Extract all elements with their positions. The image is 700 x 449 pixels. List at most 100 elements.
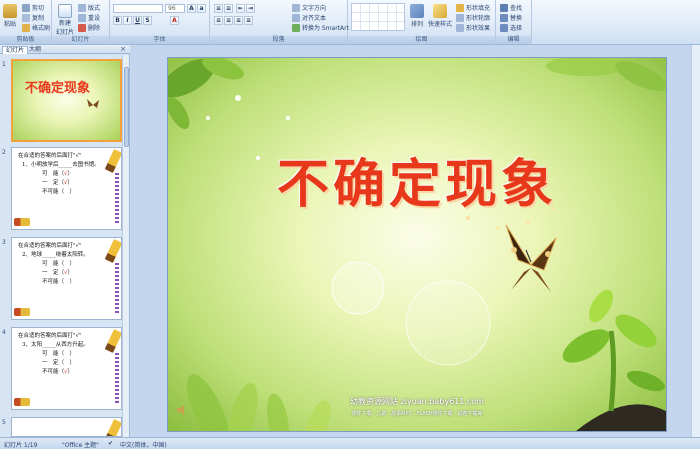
delete-label: 删除: [88, 25, 101, 32]
font-group-label: 字体: [110, 36, 209, 44]
option-mark: √: [64, 270, 68, 276]
quick-styles-button[interactable]: 快速样式: [428, 4, 452, 28]
reset-button[interactable]: 重设: [78, 13, 100, 22]
quiz-option: 可 能（ ）: [42, 261, 76, 267]
quick-styles-label: 快速样式: [428, 21, 453, 28]
shrink-font-button[interactable]: a: [197, 4, 206, 13]
scrollbar-thumb[interactable]: [124, 67, 129, 147]
arrange-button[interactable]: 排列: [410, 4, 424, 28]
italic-button[interactable]: I: [123, 16, 132, 25]
delete-icon: [78, 23, 86, 32]
quiz-instruction: 在合适的答案的后面打"√": [18, 243, 82, 249]
option-label: 不可能: [42, 189, 59, 195]
find-label: 查找: [510, 5, 523, 12]
replace-button[interactable]: 替换: [500, 13, 522, 22]
align-right-button[interactable]: ≡: [234, 16, 243, 25]
status-bar: 幻灯片 1/19 "Office 主题" ✔ 中文(简体，中国): [0, 437, 700, 449]
find-button[interactable]: 查找: [500, 3, 522, 12]
quiz-option: 不可能（ ）: [42, 189, 76, 195]
replace-label: 替换: [510, 15, 523, 22]
slide-thumbnail-2[interactable]: 在合适的答案的后面打"√" 1、小明放学后_____去图书馆。 可 能（√） 一…: [11, 147, 122, 230]
align-text-button[interactable]: 对齐文本: [292, 13, 326, 22]
new-slide-button[interactable]: 新建 幻灯片: [56, 4, 74, 36]
justify-button[interactable]: ≡: [244, 16, 253, 25]
quiz-instruction: 在合适的答案的后面打"√": [18, 333, 82, 339]
quiz-option: 可 能（ ）: [42, 351, 76, 357]
quiz-option: 可 能（√）: [42, 171, 74, 177]
grow-font-button[interactable]: A: [187, 4, 196, 13]
strike-button[interactable]: S: [143, 16, 152, 25]
text-direction-label: 文字方向: [302, 5, 327, 12]
paste-icon: [3, 4, 17, 18]
cut-button[interactable]: 剪切: [22, 3, 44, 12]
reset-icon: [78, 13, 86, 22]
text-direction-button[interactable]: 文字方向: [292, 3, 326, 12]
pen-icon: [456, 13, 464, 22]
layout-label: 版式: [88, 5, 101, 12]
shapes-gallery[interactable]: [351, 3, 405, 31]
underline-button[interactable]: U: [133, 16, 142, 25]
copy-button[interactable]: 复制: [22, 13, 44, 22]
quiz-question: 2、地球_____绕着太阳转。: [22, 252, 89, 258]
slide-thumbnail-3[interactable]: 在合适的答案的后面打"√" 2、地球_____绕着太阳转。 可 能（ ） 一 定…: [11, 237, 122, 320]
smartart-button[interactable]: 转换为 SmartArt: [292, 23, 349, 32]
format-painter-button[interactable]: 格式刷: [22, 23, 50, 32]
current-slide[interactable]: 不确定现象 幼教资源网站 ziyuan.baby611.com 课件下载 · 儿…: [167, 57, 667, 432]
fill-bucket-icon: [456, 3, 464, 12]
thumbnail-number: 4: [2, 329, 6, 336]
select-label: 选择: [510, 25, 523, 32]
thumbnail-number: 1: [2, 61, 6, 68]
layout-button[interactable]: 版式: [78, 3, 100, 12]
new-slide-icon: [58, 4, 72, 18]
quiz-option: 一 定（ ）: [42, 360, 76, 366]
thumbnail-number: 3: [2, 239, 6, 246]
ribbon: 粘贴 剪切 复制 格式刷 剪贴板 新建 幻灯片 版式 重设 删除 幻灯片 96 …: [0, 0, 700, 45]
align-left-button[interactable]: ≡: [214, 16, 223, 25]
bullets-button[interactable]: ≡: [214, 4, 223, 13]
quick-styles-icon: [433, 4, 447, 18]
leaves-decoration: [186, 374, 331, 431]
language-indicator[interactable]: 中文(简体，中国): [120, 440, 167, 449]
slide-thumbnail-1[interactable]: 不确定现象: [11, 59, 122, 142]
slide-thumbnail-4[interactable]: 在合适的答案的后面打"√" 3、太阳_____从西方升起。 可 能（ ） 一 定…: [11, 327, 122, 410]
select-button[interactable]: 选择: [500, 23, 522, 32]
thumbnail-title: 不确定现象: [25, 81, 91, 96]
bold-button[interactable]: B: [113, 16, 122, 25]
slide-title[interactable]: 不确定现象: [168, 142, 666, 217]
pane-scrollbar[interactable]: [122, 55, 129, 437]
font-name-input[interactable]: [113, 4, 163, 13]
decorative-wave: [115, 353, 119, 405]
decrease-indent-button[interactable]: ⇤: [236, 4, 245, 13]
cursor-icon: [500, 23, 508, 32]
binoculars-icon: [500, 3, 508, 12]
website-subline: 课件下载 · 儿歌 · 故事MP3 · FLASH课件下载 · 试卷下载等: [351, 411, 483, 417]
option-label: 不可能: [42, 369, 59, 375]
tab-outline[interactable]: 大纲: [26, 46, 44, 54]
shape-outline-button[interactable]: 形状轮廓: [456, 13, 490, 22]
slide-thumbnail-5[interactable]: [11, 417, 122, 437]
option-mark: √: [64, 171, 68, 177]
increase-indent-button[interactable]: ⇥: [246, 4, 255, 13]
editing-group-label: 编辑: [496, 36, 531, 44]
numbering-button[interactable]: ≡: [224, 4, 233, 13]
font-color-button[interactable]: A: [170, 16, 179, 25]
paste-button[interactable]: 粘贴: [3, 4, 17, 28]
align-center-button[interactable]: ≡: [224, 16, 233, 25]
close-icon[interactable]: ×: [120, 45, 126, 53]
smartart-label: 转换为 SmartArt: [302, 25, 349, 32]
align-text-icon: [292, 13, 300, 22]
crayon-icon: [104, 419, 121, 436]
tab-slides[interactable]: 幻灯片: [2, 46, 29, 54]
text-direction-icon: [292, 3, 300, 12]
editor-scrollbar[interactable]: [691, 45, 700, 437]
drawing-group: 排列 快速样式 形状填充 形状轮廓 形状效果 绘图: [348, 0, 496, 45]
shape-fill-button[interactable]: 形状填充: [456, 3, 490, 12]
shape-effects-button[interactable]: 形状效果: [456, 23, 490, 32]
font-size-input[interactable]: 96: [165, 4, 185, 13]
decorative-wave: [115, 263, 119, 315]
new-slide-label-1: 新建: [59, 20, 72, 27]
smartart-icon: [292, 23, 300, 32]
option-label: 可 能: [42, 261, 59, 267]
spellcheck-icon[interactable]: ✔: [108, 440, 113, 447]
delete-button[interactable]: 删除: [78, 23, 100, 32]
